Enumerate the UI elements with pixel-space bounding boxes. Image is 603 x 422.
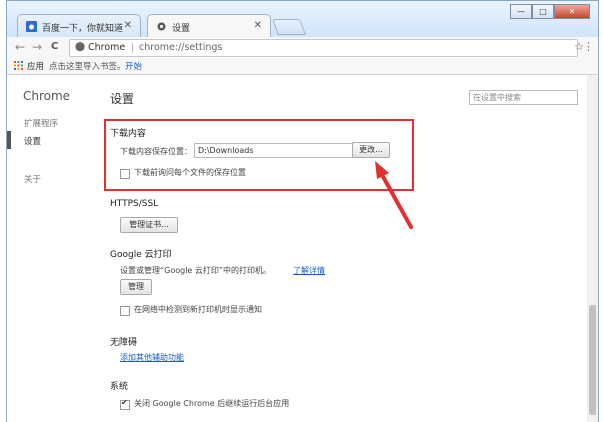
downloads-title: 下载内容	[110, 129, 147, 139]
tab-strip: 百度一下，你就知道 ✕ 设置 ✕ — □ ✕	[6, 0, 599, 39]
sidebar-item-extensions[interactable]: 扩展程序	[24, 117, 58, 129]
close-icon[interactable]: ✕	[124, 20, 132, 31]
https-title: HTTPS/SSL	[110, 199, 159, 209]
window-controls: — □ ✕	[510, 4, 590, 20]
settings-search-input[interactable]: 在设置中搜索	[469, 90, 578, 105]
bookmark-apps[interactable]: 应用	[27, 60, 44, 72]
manage-certificates-button[interactable]: 管理证书...	[120, 217, 178, 233]
learn-more-link[interactable]: 了解详情	[293, 265, 325, 276]
background-apps-label: 关闭 Google Chrome 后继续运行后台应用	[134, 399, 290, 408]
maximize-button[interactable]: □	[532, 4, 554, 19]
close-icon[interactable]: ✕	[254, 20, 262, 31]
apps-grid-icon[interactable]	[14, 61, 23, 70]
download-location-field[interactable]: D:\Downloads	[194, 143, 353, 158]
accessibility-title: 无障碍	[110, 338, 138, 348]
tab-baidu[interactable]: 百度一下，你就知道 ✕	[17, 14, 141, 38]
new-tab-button[interactable]	[272, 19, 306, 35]
url-text[interactable]: chrome://settings	[139, 42, 222, 53]
printer-notify-checkbox[interactable]	[120, 306, 130, 316]
tab-settings[interactable]: 设置 ✕	[147, 14, 271, 38]
sidebar-brand: Chrome	[23, 89, 71, 103]
printer-notify-label: 在网络中检测到新打印机时显示通知	[134, 305, 262, 314]
red-arrow-annotation	[375, 161, 413, 229]
download-location-label: 下载内容保存位置：	[120, 147, 192, 156]
ask-location-checkbox[interactable]	[120, 169, 130, 179]
tab-title: 百度一下，你就知道	[42, 24, 124, 34]
reload-icon[interactable]: C	[51, 41, 58, 52]
chrome-secure-icon: ⬤	[75, 42, 86, 52]
omnibox-separator	[132, 43, 133, 53]
background-apps-checkbox[interactable]	[120, 398, 130, 410]
gear-icon	[157, 22, 166, 31]
forward-icon[interactable]: →	[32, 40, 42, 54]
baidu-favicon-icon	[26, 21, 37, 32]
page-title: 设置	[110, 92, 135, 106]
back-icon[interactable]: ←	[15, 40, 25, 54]
bookmark-hint: 点击这里导入书签。	[49, 62, 126, 72]
browser-window: 百度一下，你就知道 ✕ 设置 ✕ — □ ✕ ← → C ⬤ Chrome ch…	[0, 0, 603, 422]
cloud-print-title: Google 云打印	[110, 250, 172, 260]
system-title: 系统	[110, 382, 129, 392]
sidebar-item-about[interactable]: 关于	[24, 173, 41, 185]
minimize-button[interactable]: —	[510, 4, 532, 19]
address-bar[interactable]: ⬤ Chrome chrome://settings	[69, 39, 578, 57]
scrollbar[interactable]	[587, 75, 598, 422]
cloud-print-description: 设置或管理“Google 云打印”中的打印机。	[120, 266, 272, 275]
cloud-print-manage-button[interactable]: 管理	[120, 279, 152, 295]
menu-icon[interactable]: ⋮	[583, 40, 594, 53]
bookmark-start-link[interactable]: 开始	[125, 60, 142, 72]
omnibox-chrome-label: Chrome	[88, 42, 126, 53]
close-window-button[interactable]: ✕	[554, 4, 590, 19]
sidebar-active-indicator	[7, 131, 11, 149]
scrollbar-thumb[interactable]	[589, 305, 596, 415]
ask-location-label: 下载前询问每个文件的保存位置	[134, 168, 246, 177]
add-accessibility-link[interactable]: 添加其他辅助功能	[120, 352, 184, 363]
bookmarks-bar: 应用 点击这里导入书签。 开始	[6, 58, 599, 75]
settings-page: Chrome 扩展程序 设置 关于 设置 在设置中搜索 下载内容 下载内容保存位…	[6, 75, 599, 422]
tab-title: 设置	[172, 24, 191, 34]
toolbar: ← → C ⬤ Chrome chrome://settings ☆ ⋮	[6, 37, 599, 58]
sidebar-item-settings[interactable]: 设置	[24, 135, 41, 147]
